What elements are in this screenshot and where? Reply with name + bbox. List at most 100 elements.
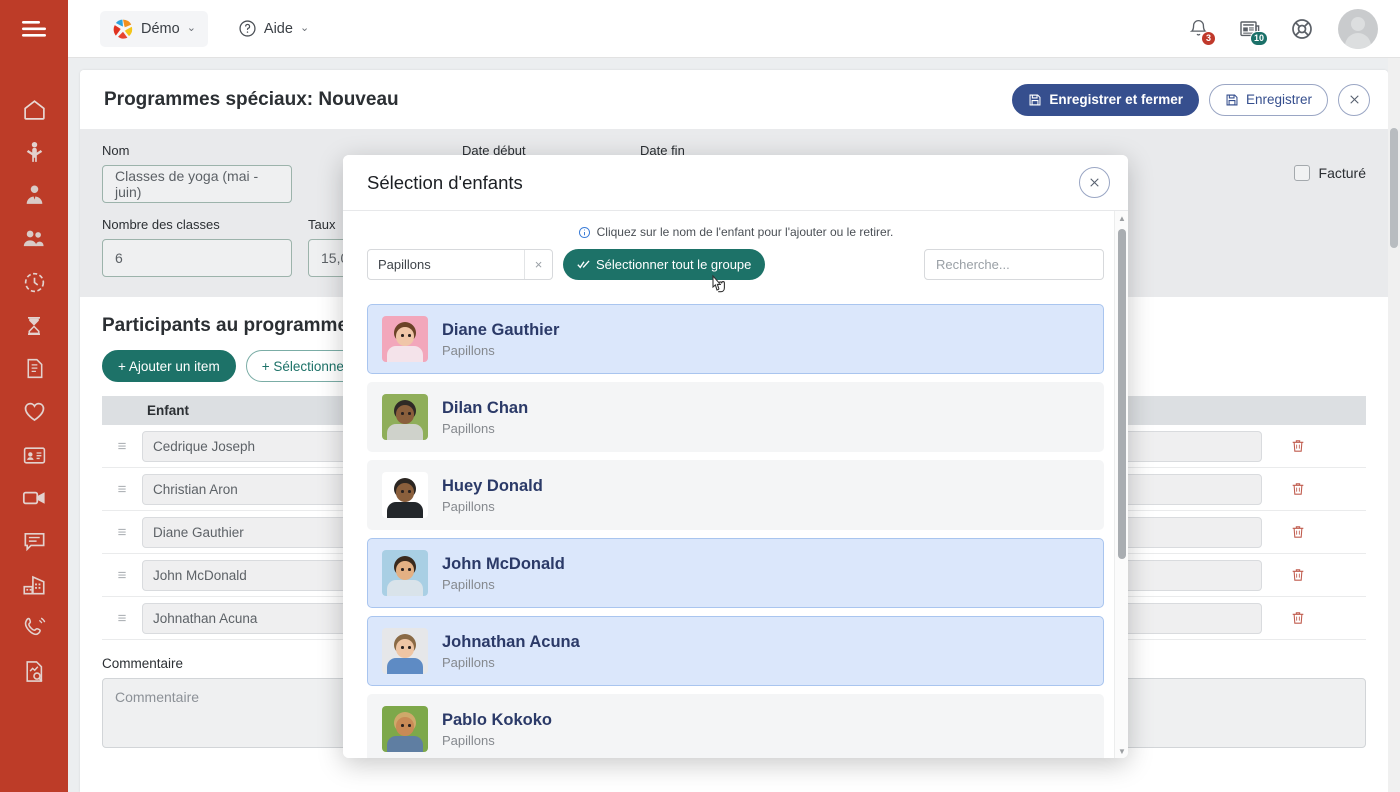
child-name: Huey Donald	[442, 476, 543, 497]
sidebar-item-groupes[interactable]	[0, 218, 68, 261]
child-list-item[interactable]: Dilan ChanPapillons	[367, 382, 1104, 452]
modal-scrollbar-thumb[interactable]	[1118, 229, 1126, 559]
phone-ring-icon	[22, 615, 47, 640]
page-scrollbar[interactable]	[1388, 58, 1400, 792]
hamburger-menu-button[interactable]	[0, 0, 68, 58]
nombre-classes-input[interactable]: 6	[102, 239, 292, 277]
sidebar-item-documents[interactable]	[0, 347, 68, 390]
question-circle-icon	[238, 19, 257, 38]
building-icon	[21, 572, 47, 598]
row-delete-button[interactable]	[1290, 438, 1306, 454]
modal-close-button[interactable]	[1079, 167, 1110, 198]
row-drag-handle[interactable]: ≡	[102, 524, 142, 541]
id-card-icon	[22, 443, 47, 468]
nom-label: Nom	[102, 143, 292, 158]
child-icon	[22, 140, 47, 165]
heart-icon	[22, 399, 47, 424]
facture-checkbox-wrap[interactable]: Facturé	[1294, 143, 1366, 203]
trash-icon	[1290, 567, 1306, 583]
group-filter-input[interactable]: Papillons ×	[367, 249, 553, 280]
topbar-actions: 3 10	[1182, 9, 1400, 49]
child-photo	[382, 472, 428, 518]
help-menu[interactable]: Aide ⌄	[232, 12, 315, 45]
scroll-up-arrow-icon[interactable]: ▲	[1115, 211, 1128, 225]
sidebar-item-presences[interactable]	[0, 261, 68, 304]
column-header-enfant: Enfant	[147, 403, 189, 418]
row-delete-button[interactable]	[1290, 481, 1306, 497]
sidebar-item-video[interactable]	[0, 477, 68, 520]
child-list-item[interactable]: Diane GauthierPapillons	[367, 304, 1104, 374]
trash-icon	[1290, 524, 1306, 540]
news-button[interactable]: 10	[1234, 13, 1266, 45]
sidebar-item-employes[interactable]	[0, 174, 68, 217]
notifications-button[interactable]: 3	[1182, 13, 1214, 45]
row-delete-button[interactable]	[1290, 567, 1306, 583]
child-info: Johnathan AcunaPapillons	[442, 632, 580, 670]
sidebar-item-fiches[interactable]	[0, 434, 68, 477]
page-scrollbar-thumb[interactable]	[1390, 128, 1398, 248]
child-group: Papillons	[442, 733, 552, 748]
sidebar-item-accueil[interactable]	[0, 88, 68, 131]
modal-body: Cliquez sur le nom de l'enfant pour l'aj…	[343, 211, 1128, 758]
row-delete-button[interactable]	[1290, 524, 1306, 540]
trash-icon	[1290, 481, 1306, 497]
child-list: Diane GauthierPapillons Dilan ChanPapillo…	[367, 304, 1104, 758]
child-info: Dilan ChanPapillons	[442, 398, 528, 436]
modal-hint-text: Cliquez sur le nom de l'enfant pour l'aj…	[597, 225, 894, 239]
lifebuoy-icon	[1290, 17, 1314, 41]
people-icon	[21, 226, 47, 252]
tenant-selector[interactable]: Démo ⌄	[100, 11, 208, 47]
save-label: Enregistrer	[1246, 92, 1312, 107]
row-drag-handle[interactable]: ≡	[102, 438, 142, 455]
check-icon	[577, 259, 590, 270]
child-name: John McDonald	[442, 554, 565, 575]
group-filter-value: Papillons	[368, 257, 524, 272]
nombre-classes-label: Nombre des classes	[102, 217, 292, 232]
select-all-group-label: Sélectionner tout le groupe	[596, 257, 751, 272]
row-delete-button[interactable]	[1290, 610, 1306, 626]
chevron-down-icon: ⌄	[187, 23, 196, 34]
sidebar-item-etablissements[interactable]	[0, 563, 68, 606]
nom-input[interactable]: Classes de yoga (mai - juin)	[102, 165, 292, 203]
add-item-button[interactable]: + Ajouter un item	[102, 350, 236, 382]
child-list-item[interactable]: Pablo KokokoPapillons	[367, 694, 1104, 758]
sidebar-item-enfants[interactable]	[0, 131, 68, 174]
row-drag-handle[interactable]: ≡	[102, 610, 142, 627]
scroll-down-arrow-icon[interactable]: ▼	[1115, 744, 1128, 758]
sidebar-item-horaires[interactable]	[0, 304, 68, 347]
child-list-item[interactable]: Huey DonaldPapillons	[367, 460, 1104, 530]
select-all-group-button[interactable]: Sélectionner tout le groupe	[563, 249, 765, 280]
sidebar-item-sante[interactable]	[0, 390, 68, 433]
save-and-close-button[interactable]: Enregistrer et fermer	[1012, 84, 1199, 116]
save-button[interactable]: Enregistrer	[1209, 84, 1328, 116]
facture-checkbox[interactable]	[1294, 165, 1310, 181]
row-drag-handle[interactable]: ≡	[102, 481, 142, 498]
close-icon	[1348, 93, 1361, 106]
modal-scrollbar[interactable]: ▲ ▼	[1114, 211, 1128, 758]
video-camera-icon	[21, 485, 47, 511]
child-photo	[382, 628, 428, 674]
child-list-item[interactable]: John McDonaldPapillons	[367, 538, 1104, 608]
sidebar-item-appels[interactable]	[0, 606, 68, 649]
clear-group-filter-icon[interactable]: ×	[524, 250, 552, 279]
user-avatar[interactable]	[1338, 9, 1378, 49]
clock-icon	[22, 270, 47, 295]
save-and-close-label: Enregistrer et fermer	[1049, 92, 1183, 107]
hourglass-icon	[22, 314, 46, 338]
info-circle-icon	[578, 226, 591, 239]
sidebar-item-messages[interactable]	[0, 520, 68, 563]
page-title: Programmes spéciaux: Nouveau	[104, 89, 399, 111]
top-bar: Démo ⌄ Aide ⌄ 3	[68, 0, 1400, 58]
child-selection-modal: Sélection d'enfants Cliquez sur le nom d…	[343, 155, 1128, 758]
child-list-item[interactable]: Johnathan AcunaPapillons	[367, 616, 1104, 686]
home-icon	[22, 97, 47, 122]
close-record-button[interactable]	[1338, 84, 1370, 116]
support-button[interactable]	[1286, 13, 1318, 45]
row-drag-handle[interactable]: ≡	[102, 567, 142, 584]
modal-search-input[interactable]: Recherche...	[924, 249, 1104, 280]
modal-hint: Cliquez sur le nom de l'enfant pour l'aj…	[367, 211, 1104, 249]
sidebar-item-rapports[interactable]	[0, 649, 68, 692]
left-sidebar	[0, 0, 68, 792]
close-icon	[1088, 176, 1101, 189]
child-photo	[382, 316, 428, 362]
